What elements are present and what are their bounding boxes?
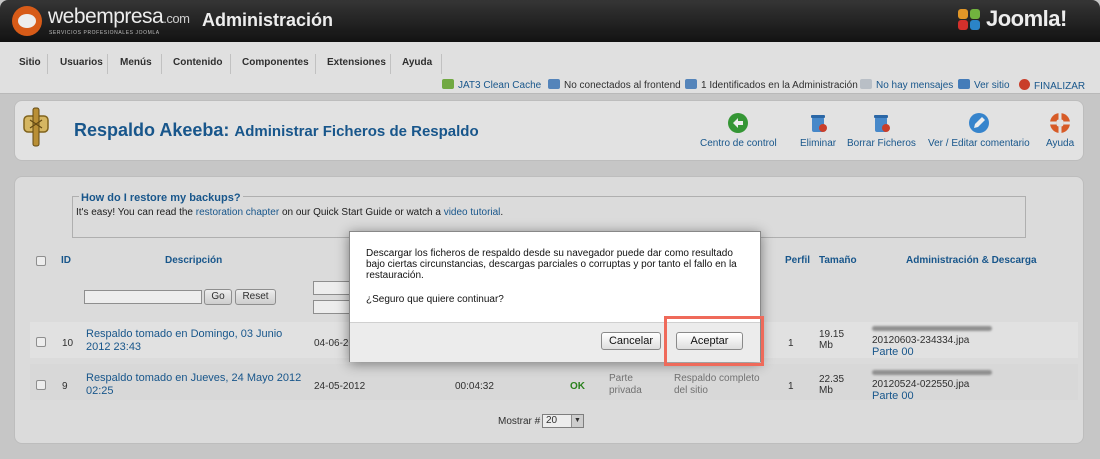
- modal-overlay: [0, 0, 1100, 459]
- dialog-message: Descargar los ficheros de respaldo desde…: [366, 248, 737, 281]
- accept-highlight-frame: [664, 316, 764, 366]
- dialog-question: ¿Seguro que quiere continuar?: [366, 294, 504, 305]
- cancel-button[interactable]: Cancelar: [601, 332, 661, 350]
